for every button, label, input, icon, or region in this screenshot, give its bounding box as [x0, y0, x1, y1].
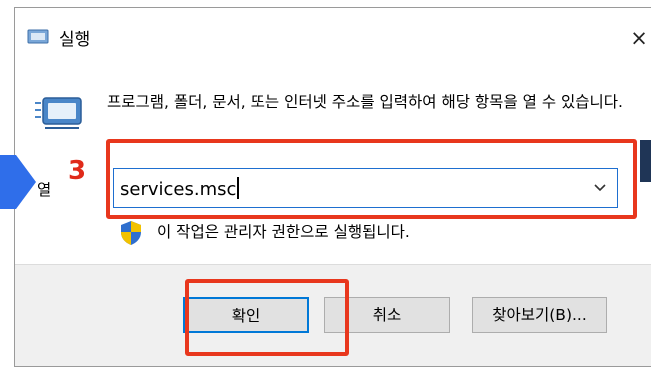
arrow-pointer-icon — [0, 155, 36, 209]
title-bar[interactable]: 실행 × — [15, 8, 651, 64]
admin-notice: 이 작업은 관리자 권한으로 실행됩니다. — [157, 223, 410, 241]
screenshot-root: 실행 × 프로그램, 폴더, 문서, 또는 인터넷 주소를 입력하여 해당 항목… — [0, 0, 651, 378]
description-text: 프로그램, 폴더, 문서, 또는 인터넷 주소를 입력하여 해당 항목을 열 수… — [107, 93, 623, 111]
highlight-box-input — [106, 139, 637, 219]
highlight-box-ok — [185, 279, 349, 356]
run-icon — [35, 97, 82, 129]
browse-button[interactable]: 찾아보기(B)... — [472, 297, 607, 333]
background-fragment — [640, 140, 651, 182]
step-number: 3 — [68, 156, 87, 186]
run-icon — [27, 29, 49, 44]
shield-icon — [121, 221, 141, 245]
window-title: 실행 — [59, 30, 91, 50]
close-button[interactable]: × — [619, 18, 651, 58]
close-icon: × — [630, 26, 648, 50]
